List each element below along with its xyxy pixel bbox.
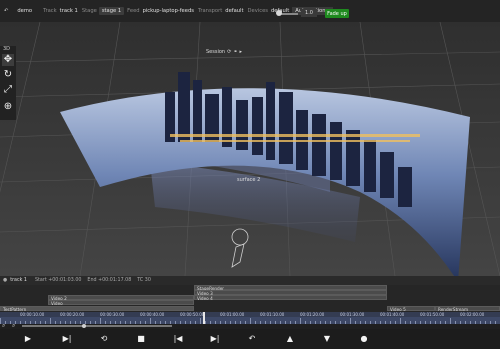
stage-value[interactable]: stage 1: [98, 7, 125, 15]
ruler-label: 00:00:10.00: [20, 312, 45, 317]
track-label: Track: [43, 8, 57, 14]
move-icon[interactable]: ✥: [2, 54, 14, 66]
scene: surface 2: [0, 22, 500, 276]
track-name[interactable]: track 1: [10, 278, 27, 283]
play-icon[interactable]: ▶: [20, 331, 36, 347]
slider-1-knob[interactable]: [276, 10, 282, 16]
ruler-label: 00:02:00.00: [460, 312, 485, 317]
project-name[interactable]: demo: [16, 8, 33, 14]
ruler-label: 00:01:30.00: [340, 312, 365, 317]
record-icon[interactable]: ●: [356, 331, 372, 347]
transport-label: Transport: [197, 8, 223, 14]
top-toolbar: ↶ demo Track track 1 Stage stage 1 Feed …: [0, 0, 500, 23]
session-sync-icon[interactable]: ⟳: [227, 49, 231, 55]
ruler-label: 00:01:50.00: [420, 312, 445, 317]
view-mode-label[interactable]: 3D: [3, 46, 10, 52]
transport-bar: ▶ ▶| ⟲ ■ |◀ ▶| ↶ ▲ ▼ ●: [0, 329, 500, 349]
stop-icon[interactable]: ■: [133, 331, 149, 347]
ruler-label: 00:01:00.00: [220, 312, 245, 317]
value-1[interactable]: 1.0: [301, 9, 317, 17]
scroll-range[interactable]: [22, 325, 172, 327]
clip-testpattern[interactable]: TestPattern: [0, 306, 194, 312]
undo-icon[interactable]: ↶: [244, 331, 260, 347]
play-to-end-icon[interactable]: ▶|: [59, 331, 75, 347]
devices-label: Devices: [247, 8, 268, 14]
clip-video[interactable]: Video: [48, 300, 194, 306]
ruler-label: 00:01:10.00: [260, 312, 285, 317]
session-play-icon[interactable]: ▸: [239, 49, 242, 55]
track-tc: TC 30: [137, 278, 151, 283]
track-dot-icon: ●: [3, 278, 8, 283]
ruler-label: 00:00:30.00: [100, 312, 125, 317]
clip-video-4[interactable]: Video 4: [194, 295, 387, 301]
slider-1[interactable]: [280, 13, 298, 15]
down-icon[interactable]: ▼: [319, 331, 335, 347]
track-end: End +00:01:17.08: [87, 278, 132, 283]
rotate-icon[interactable]: ↻: [2, 69, 14, 81]
previous-icon[interactable]: |◀: [170, 331, 186, 347]
feed-label: Feed: [127, 8, 140, 14]
stage-label: Stage: [81, 8, 97, 14]
ruler-label: 00:00:20.00: [60, 312, 85, 317]
scale-icon[interactable]: ⤢: [2, 84, 14, 96]
ruler-label: 00:01:20.00: [300, 312, 325, 317]
ruler-label: 00:00:40.00: [140, 312, 165, 317]
session-label: Session: [206, 48, 226, 55]
fade-up-button[interactable]: Fade up: [325, 9, 349, 18]
ruler-label: 00:01:40.00: [380, 312, 405, 317]
feed-value[interactable]: pickup-laptop-feeds: [142, 8, 195, 14]
track-start: Start +00:01:03.00: [34, 278, 82, 283]
timeline-ruler[interactable]: 00:00:10.00 00:00:20.00 00:00:30.00 00:0…: [0, 312, 500, 324]
up-icon[interactable]: ▲: [282, 331, 298, 347]
scroll-thumb[interactable]: [82, 324, 86, 328]
next-icon[interactable]: ▶|: [207, 331, 223, 347]
track-value[interactable]: track 1: [59, 8, 79, 14]
globe-icon[interactable]: ⊕: [2, 101, 14, 113]
back-icon[interactable]: ↶: [4, 8, 8, 14]
surface-label: surface 2: [237, 177, 260, 183]
clip-renderstream[interactable]: RenderStream: [435, 306, 500, 312]
transport-value[interactable]: default: [224, 8, 244, 14]
3d-viewport[interactable]: surface 2 3D ✥ ↻ ⤢ ⊕ Session ⟳ ⚭ ▸: [0, 22, 500, 276]
session-control[interactable]: Session ⟳ ⚭ ▸: [206, 47, 242, 56]
ruler-label: 00:00:50.00: [180, 312, 205, 317]
ruler-labels: 00:00:10.00 00:00:20.00 00:00:30.00 00:0…: [0, 312, 500, 317]
loop-icon[interactable]: ⟲: [96, 331, 112, 347]
tool-strip: 3D ✥ ↻ ⤢ ⊕: [0, 46, 16, 120]
session-link-icon[interactable]: ⚭: [233, 49, 237, 55]
track-info-bar: ● track 1 Start +00:01:03.00 End +00:01:…: [0, 276, 500, 285]
timeline-layers: StageRender Video 3 Video 4 Video 2 Vide…: [0, 285, 500, 312]
clip-video-5[interactable]: Video 5: [387, 306, 435, 312]
